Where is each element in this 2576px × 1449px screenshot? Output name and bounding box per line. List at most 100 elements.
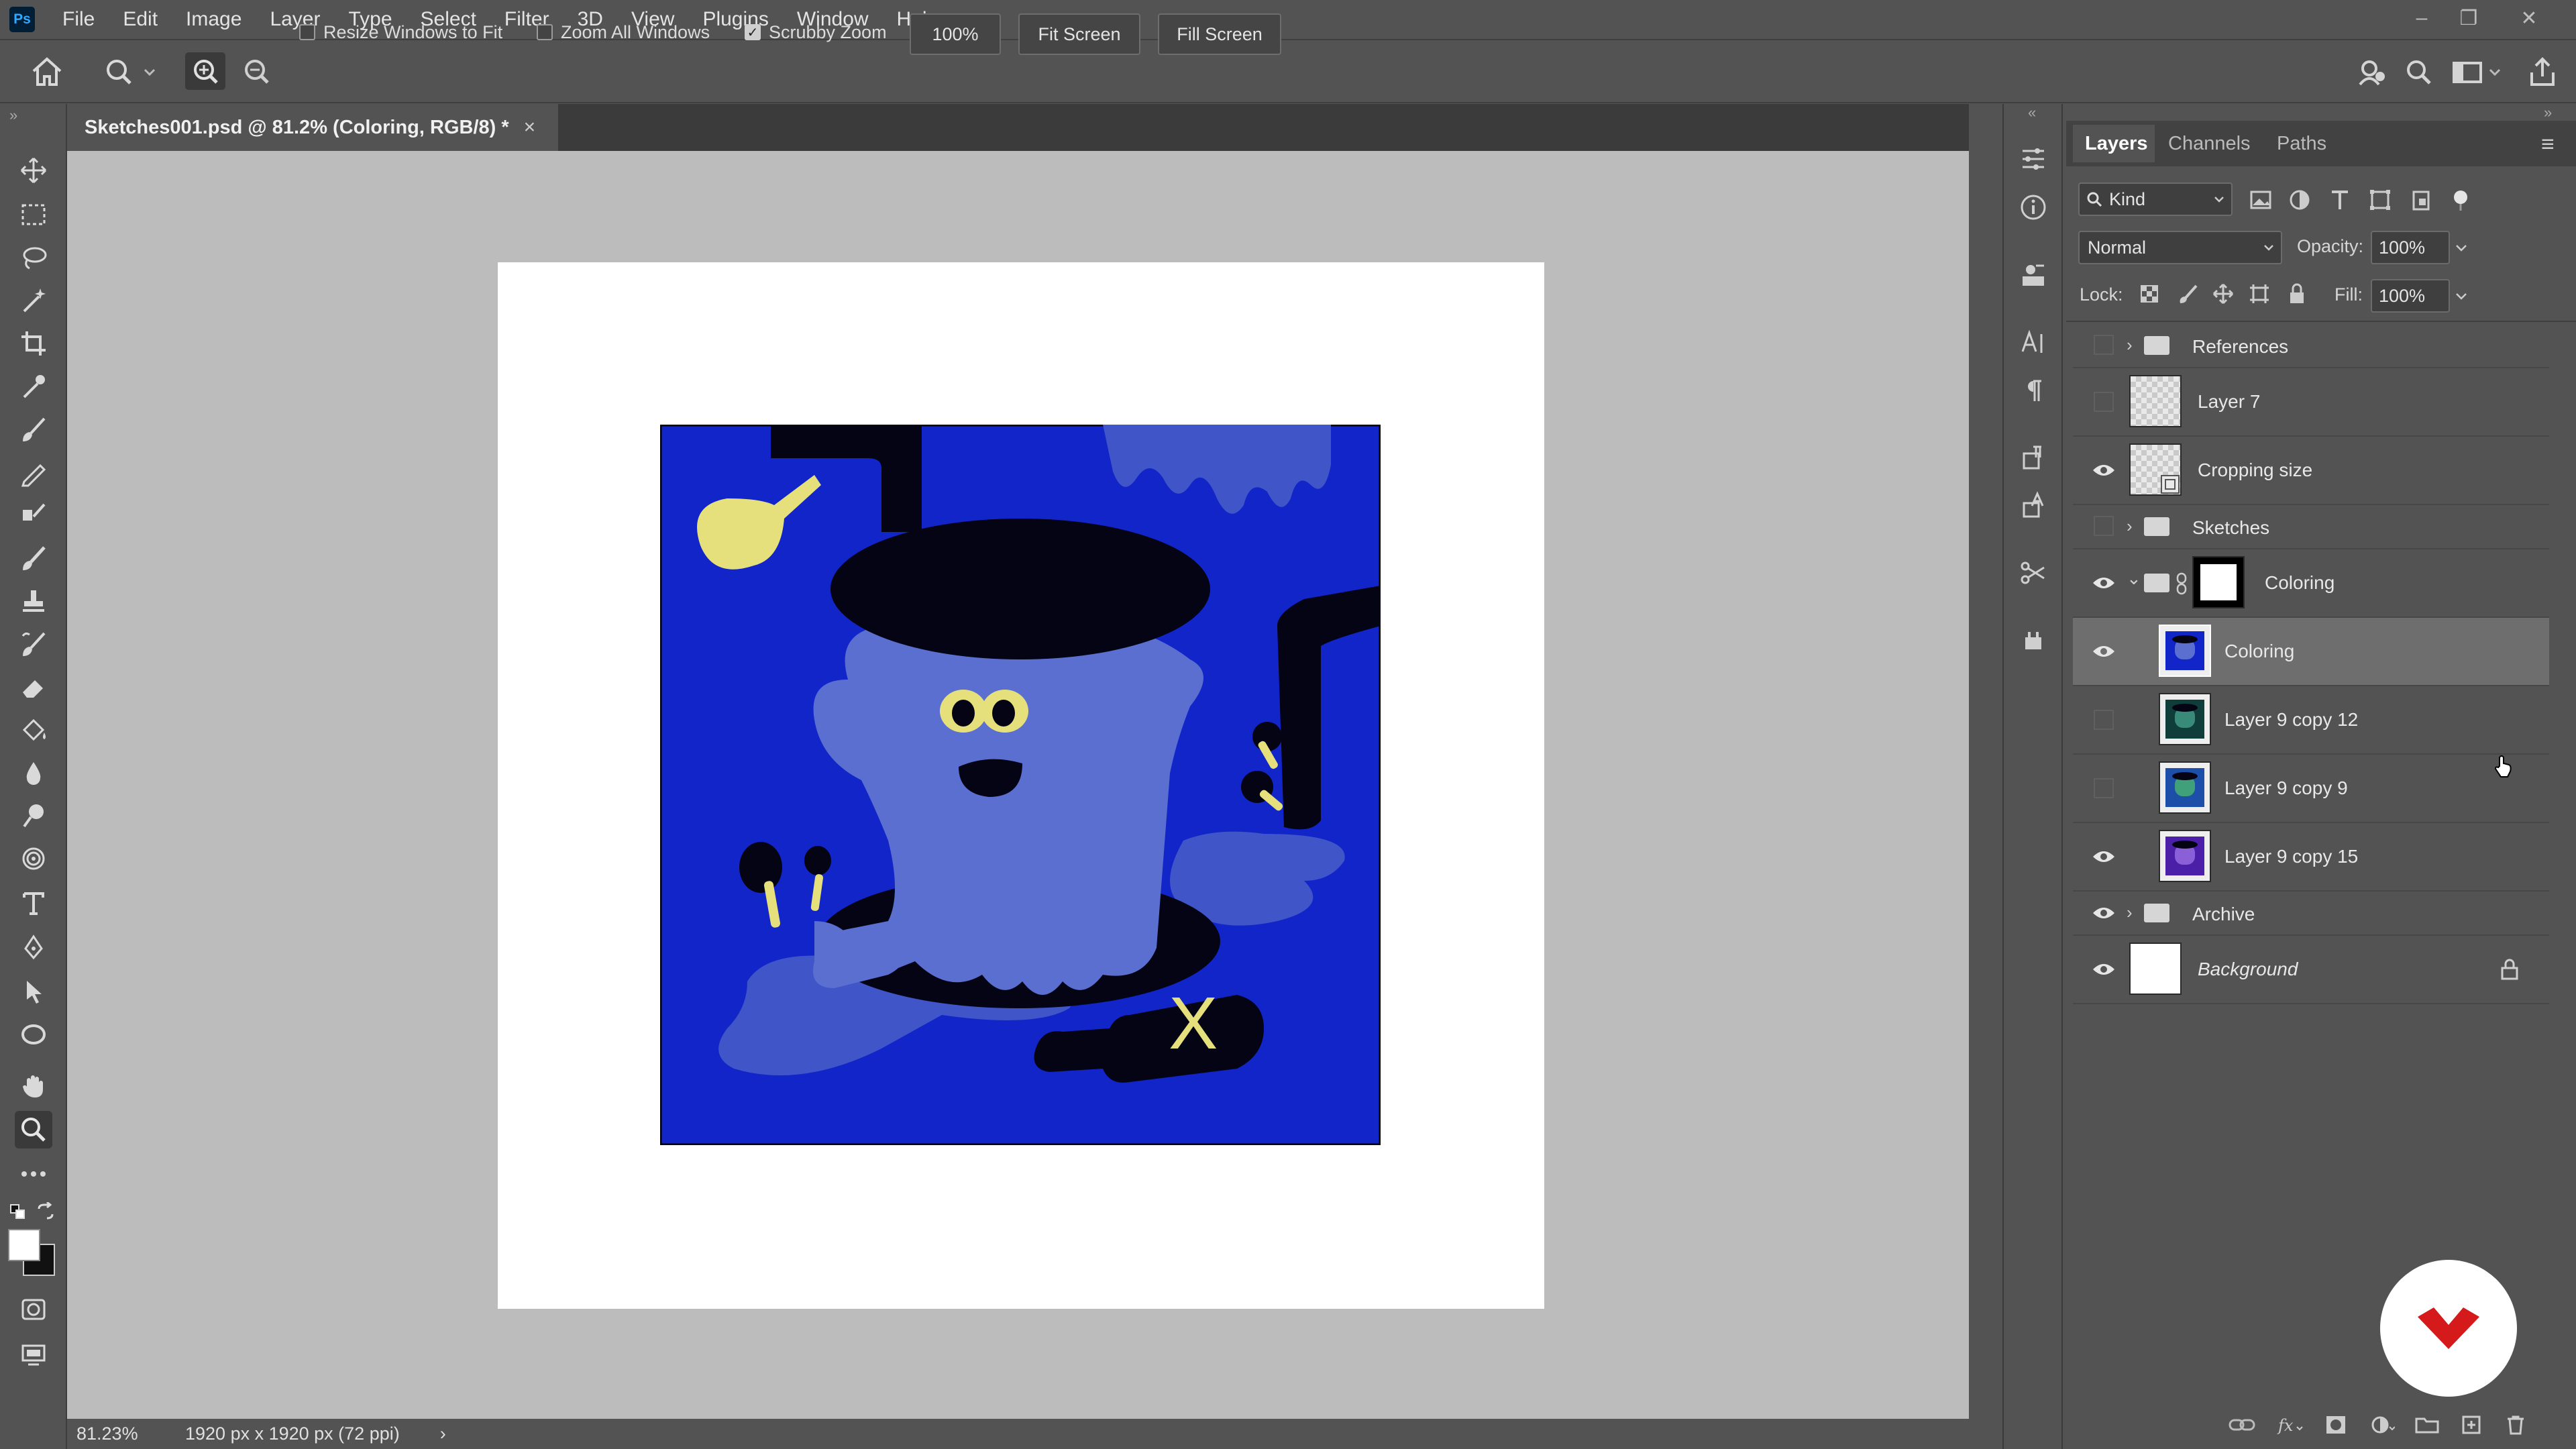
screen-mode-button[interactable]	[15, 1335, 52, 1373]
lock-icon[interactable]	[2500, 957, 2520, 981]
fit-screen-button[interactable]: Fit Screen	[1018, 13, 1140, 55]
blur-tool[interactable]	[15, 754, 52, 792]
layer-row-layer-9-copy-15[interactable]: Layer 9 copy 15	[2073, 823, 2549, 892]
visibility-toggle[interactable]	[2090, 457, 2117, 484]
share-people-button[interactable]	[2353, 54, 2391, 91]
status-menu-arrow[interactable]: ›	[440, 1424, 446, 1444]
eraser-tool[interactable]	[15, 668, 52, 706]
healing-brush-tool[interactable]	[15, 411, 52, 448]
expand-chevron-icon[interactable]: ›	[2127, 335, 2133, 356]
menu-edit[interactable]: Edit	[109, 0, 172, 39]
fill-dropdown[interactable]	[2451, 284, 2471, 309]
lock-artboard[interactable]	[2247, 282, 2271, 306]
opacity-field[interactable]: 100%	[2371, 231, 2450, 264]
zoom-tool-preset-button[interactable]	[101, 54, 161, 91]
hand-tool[interactable]	[15, 1067, 52, 1104]
lasso-tool[interactable]	[15, 239, 52, 276]
filter-shape-button[interactable]	[2367, 186, 2394, 213]
strip-collapse-toggle[interactable]: «	[2028, 104, 2036, 121]
pencil-tool[interactable]	[15, 453, 52, 491]
resize-windows-checkbox[interactable]: Resize Windows to Fit	[299, 17, 502, 47]
brush-tool[interactable]	[15, 539, 52, 577]
tab-channels[interactable]: Channels	[2168, 125, 2251, 162]
collapse-chevron-icon[interactable]: ⌄	[2127, 568, 2141, 589]
menu-file[interactable]: File	[48, 0, 109, 39]
zoom-all-windows-checkbox[interactable]: Zoom All Windows	[537, 17, 710, 47]
path-selection-tool[interactable]	[15, 973, 52, 1010]
workspace-button[interactable]	[2449, 54, 2506, 91]
delete-layer-button[interactable]	[2500, 1409, 2532, 1441]
character-panel-button[interactable]	[2012, 321, 2055, 364]
minimize-button[interactable]: –	[2395, 0, 2449, 36]
blend-mode-select[interactable]: Normal	[2078, 231, 2282, 264]
crop-tool[interactable]	[15, 325, 52, 362]
status-zoom[interactable]: 81.23%	[76, 1424, 177, 1444]
menu-image[interactable]: Image	[172, 0, 256, 39]
foreground-color-swatch[interactable]	[8, 1229, 40, 1261]
add-layer-style-button[interactable]: fx	[2274, 1409, 2306, 1441]
visibility-toggle[interactable]	[2090, 956, 2117, 983]
close-window-button[interactable]: ✕	[2502, 0, 2556, 36]
new-adjustment-layer-button[interactable]	[2365, 1409, 2398, 1441]
restore-button[interactable]: ❐	[2442, 0, 2496, 36]
marquee-tool[interactable]	[15, 196, 52, 233]
fill-field[interactable]: 100%	[2371, 279, 2450, 313]
layer-row-sketches[interactable]: › Sketches	[2073, 505, 2549, 549]
visibility-toggle[interactable]	[2094, 516, 2114, 536]
layer-row-background[interactable]: Background	[2073, 936, 2549, 1004]
toolbar-collapse-toggle[interactable]: »	[9, 107, 17, 124]
zoom-in-button[interactable]	[185, 52, 225, 90]
layer-row-coloring-group[interactable]: ⌄ Coloring	[2073, 549, 2549, 618]
new-group-button[interactable]	[2411, 1409, 2443, 1441]
layer-row-cropping-size[interactable]: Cropping size	[2073, 437, 2549, 505]
filter-type-button[interactable]	[2326, 186, 2353, 213]
panel-collapse-toggle[interactable]: »	[2544, 104, 2552, 121]
layer-row-layer-9-copy-12[interactable]: Layer 9 copy 12	[2073, 686, 2549, 755]
tab-layers[interactable]: Layers	[2073, 125, 2155, 162]
swap-colors-button[interactable]	[36, 1201, 55, 1221]
zoom-all-windows-box[interactable]	[537, 24, 553, 40]
paint-bucket-tool[interactable]	[15, 711, 52, 749]
eyedropper-tool[interactable]	[15, 368, 52, 405]
pen-tool[interactable]	[15, 928, 52, 966]
visibility-toggle[interactable]	[2090, 900, 2117, 926]
sponge-tool[interactable]	[15, 840, 52, 877]
scrubby-zoom-checkbox[interactable]: ✓ Scrubby Zoom	[745, 17, 887, 47]
lock-transparent-pixels[interactable]	[2137, 282, 2161, 306]
expand-chevron-icon[interactable]: ›	[2127, 516, 2133, 537]
visibility-toggle[interactable]	[2090, 570, 2117, 596]
paragraph-panel-button[interactable]	[2012, 369, 2055, 412]
zoom-tool[interactable]	[15, 1111, 52, 1148]
layer-row-layer-7[interactable]: Layer 7	[2073, 368, 2549, 437]
info-panel-button[interactable]	[2012, 186, 2055, 229]
panel-menu-icon[interactable]: ≡	[2541, 131, 2555, 158]
zoom-out-button[interactable]	[236, 52, 276, 90]
character-styles-button[interactable]	[2012, 484, 2055, 527]
resize-windows-box[interactable]	[299, 24, 315, 40]
magic-wand-tool[interactable]	[15, 282, 52, 319]
edit-toolbar-button[interactable]	[15, 1155, 52, 1193]
visibility-toggle[interactable]	[2094, 710, 2114, 730]
lock-image-pixels[interactable]	[2176, 282, 2200, 306]
mask-link-icon[interactable]	[2175, 572, 2188, 595]
tab-paths[interactable]: Paths	[2277, 125, 2326, 162]
search-button[interactable]	[2400, 54, 2438, 91]
default-colors-button[interactable]	[9, 1203, 27, 1221]
layer-row-coloring[interactable]: Coloring	[2073, 618, 2549, 686]
quick-mask-button[interactable]	[15, 1291, 52, 1328]
canvas-area[interactable]: X	[67, 151, 1969, 1419]
visibility-toggle[interactable]	[2090, 843, 2117, 870]
zoom-percent-field[interactable]: 100%	[910, 13, 1001, 55]
stamp-tool[interactable]	[15, 582, 52, 620]
group-mask-thumbnail[interactable]	[2192, 556, 2245, 608]
layer-row-archive[interactable]: › Archive	[2073, 892, 2549, 936]
fill-screen-button[interactable]: Fill Screen	[1158, 13, 1281, 55]
paragraph-styles-button[interactable]	[2012, 436, 2055, 479]
add-mask-button[interactable]	[2320, 1409, 2352, 1441]
document-canvas[interactable]: X	[498, 262, 1544, 1309]
visibility-toggle[interactable]	[2094, 392, 2114, 412]
scrubby-zoom-box[interactable]: ✓	[745, 24, 761, 40]
layer-row-layer-9-copy-9[interactable]: Layer 9 copy 9	[2073, 755, 2549, 823]
adjustments-panel-button[interactable]	[2012, 138, 2055, 180]
filter-adjustment-button[interactable]	[2286, 186, 2313, 213]
